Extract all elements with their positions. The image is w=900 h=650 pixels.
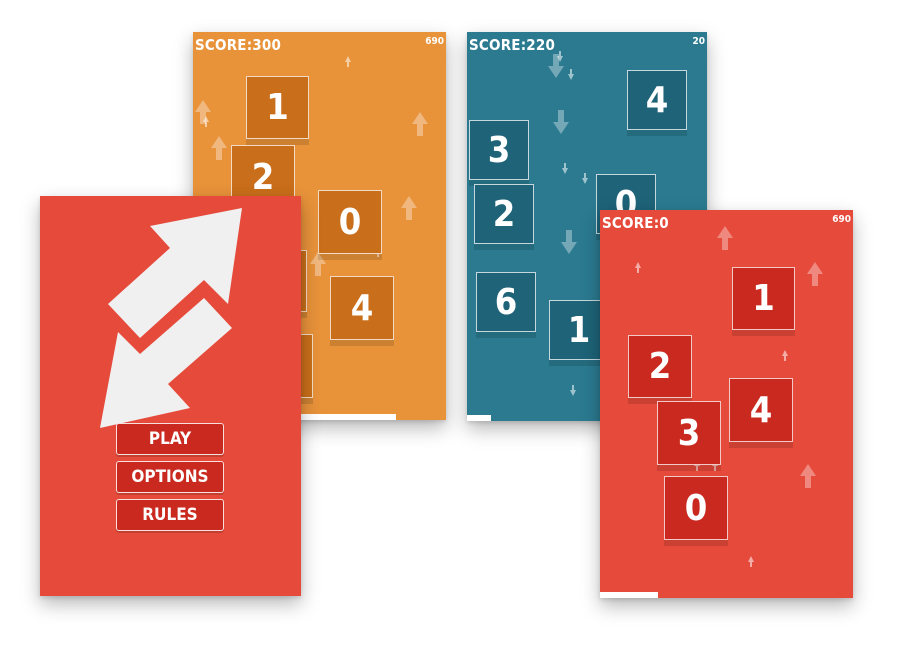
arrow-down-icon	[557, 51, 563, 62]
number-tile[interactable]: 3	[657, 401, 721, 465]
arrow-down-icon	[548, 54, 564, 78]
score-label: SCORE:300	[195, 36, 282, 54]
arrow-up-icon	[717, 226, 733, 250]
arrow-up-icon	[800, 464, 816, 488]
arrow-down-icon	[553, 110, 569, 134]
number-tile[interactable]: 4	[627, 70, 687, 130]
number-tile[interactable]: 1	[246, 76, 309, 139]
arrow-up-icon	[211, 136, 227, 160]
best-score: 20	[692, 36, 705, 47]
number-tile[interactable]: 6	[476, 272, 536, 332]
score-label: SCORE:220	[469, 36, 556, 54]
arrow-up-icon	[807, 262, 823, 286]
number-tile[interactable]: 0	[318, 190, 382, 254]
arrow-down-icon	[562, 163, 568, 174]
arrow-up-icon	[412, 112, 428, 136]
best-score: 690	[832, 214, 851, 225]
arrow-down-left-shape	[100, 298, 232, 428]
number-tile[interactable]: 3	[469, 120, 529, 180]
arrow-up-icon	[345, 56, 351, 67]
number-tile[interactable]: 0	[664, 476, 728, 540]
number-tile[interactable]: 2	[474, 184, 534, 244]
score-label: SCORE:0	[602, 214, 669, 232]
time-progress-bar	[467, 415, 491, 421]
best-score: 690	[425, 36, 444, 47]
swap-arrows-icon	[100, 208, 242, 428]
time-progress-bar	[600, 592, 658, 598]
number-tile[interactable]: 4	[330, 276, 394, 340]
number-tile[interactable]: 4	[729, 378, 793, 442]
arrow-up-icon	[782, 350, 788, 361]
number-tile[interactable]: 2	[628, 335, 692, 398]
play-button[interactable]: PLAY	[116, 423, 224, 455]
options-button[interactable]: OPTIONS	[116, 461, 224, 493]
arrow-down-icon	[568, 69, 574, 80]
arrow-up-icon	[635, 262, 641, 273]
arrow-up-icon	[401, 196, 417, 220]
arrow-down-icon	[582, 173, 588, 184]
main-menu-screen: PLAY OPTIONS RULES	[40, 196, 301, 596]
arrow-up-icon	[195, 100, 211, 124]
arrow-down-icon	[561, 230, 577, 254]
rules-button[interactable]: RULES	[116, 499, 224, 531]
red-game-screen: SCORE:0 690 1 2 4 3 0	[600, 210, 853, 598]
number-tile[interactable]: 1	[732, 267, 795, 330]
arrow-down-icon	[570, 385, 576, 396]
arrow-up-icon	[748, 556, 754, 567]
